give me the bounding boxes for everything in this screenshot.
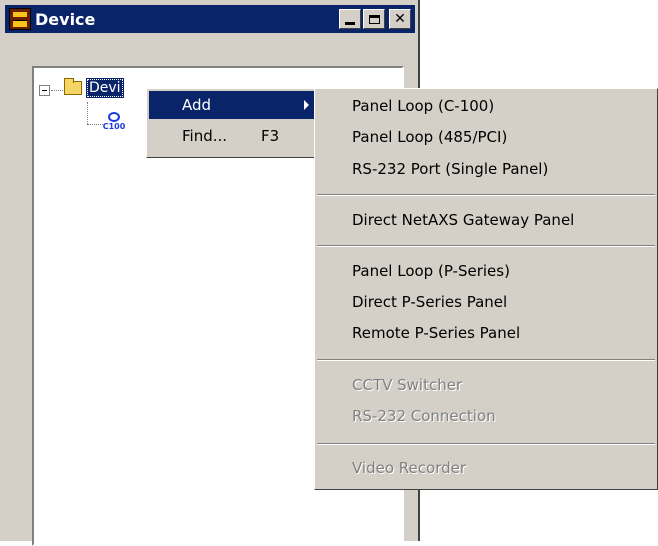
close-button[interactable]: ✕ <box>389 9 411 29</box>
submenu-item-panel-loop-c100[interactable]: Panel Loop (C-100) <box>352 92 494 120</box>
loop-icon <box>108 112 120 122</box>
menu-item-label: Add <box>182 96 212 114</box>
minimize-icon <box>345 21 355 25</box>
title-bar[interactable]: Device ✕ <box>5 5 415 33</box>
submenu-item-rs232-connection: RS-232 Connection <box>352 407 496 425</box>
minimize-button[interactable] <box>339 9 361 29</box>
menu-item-shortcut: F3 <box>261 127 280 145</box>
tree-connector <box>51 90 63 91</box>
submenu-item-panel-loop-pseries[interactable]: Panel Loop (P-Series) <box>352 257 510 285</box>
c100-icon-label: C100 <box>102 122 126 131</box>
menu-item-find[interactable]: Find... F3 <box>149 122 315 150</box>
submenu-item-netaxs-gateway[interactable]: Direct NetAXS Gateway Panel <box>352 206 574 234</box>
maximize-icon <box>368 14 380 24</box>
menu-separator <box>317 194 655 196</box>
submenu-item-remote-pseries[interactable]: Remote P-Series Panel <box>352 319 520 347</box>
tree-root-label[interactable]: Devi <box>86 78 124 98</box>
c100-device-icon[interactable]: C100 <box>102 112 126 132</box>
close-icon: ✕ <box>394 11 406 27</box>
tree-connector-vertical <box>87 102 88 124</box>
window-title: Device <box>35 9 96 29</box>
submenu-item-video-recorder: Video Recorder <box>352 459 467 477</box>
submenu-item-direct-pseries[interactable]: Direct P-Series Panel <box>352 288 507 316</box>
menu-separator <box>317 443 655 445</box>
submenu-item-rs232-port[interactable]: RS-232 Port (Single Panel) <box>352 155 548 183</box>
submenu-item-panel-loop-485[interactable]: Panel Loop (485/PCI) <box>352 123 507 151</box>
collapse-toggle[interactable] <box>39 85 50 96</box>
submenu-arrow-icon <box>304 100 309 110</box>
menu-separator <box>317 359 655 361</box>
folder-icon <box>64 78 82 95</box>
context-menu: Add Find... F3 <box>146 88 318 158</box>
menu-separator <box>317 245 655 247</box>
menu-item-label: Find... <box>182 127 228 145</box>
app-icon[interactable] <box>9 8 31 30</box>
add-submenu: Panel Loop (C-100) Panel Loop (485/PCI) … <box>314 88 658 490</box>
tree-connector-child <box>87 124 103 125</box>
menu-item-add[interactable]: Add <box>149 91 315 119</box>
maximize-button[interactable] <box>363 9 385 29</box>
submenu-item-cctv-switcher: CCTV Switcher <box>352 376 463 394</box>
